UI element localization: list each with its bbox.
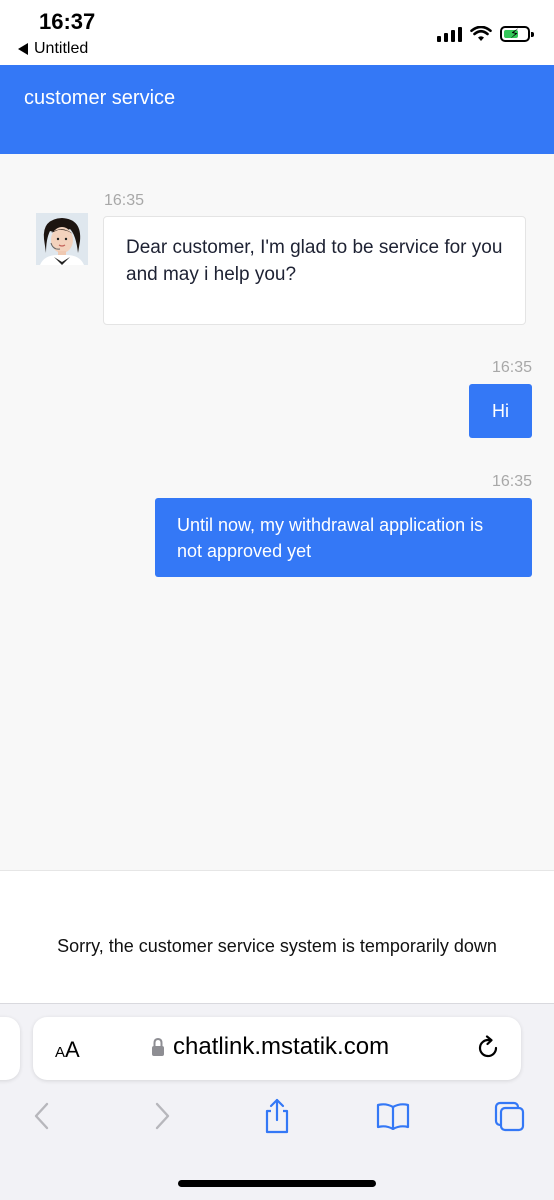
wifi-icon (470, 26, 492, 41)
agent-portrait-icon (36, 213, 88, 265)
forward-arrow-icon[interactable] (142, 1094, 182, 1138)
header-title: customer service (24, 87, 176, 109)
reload-icon[interactable] (475, 1035, 501, 1061)
url-field[interactable]: chatlink.mstatik.com (151, 1033, 389, 1061)
back-triangle-icon (18, 43, 28, 55)
home-indicator[interactable] (178, 1180, 376, 1187)
status-icons: ⚡ (437, 24, 534, 44)
address-bar[interactable]: AA chatlink.mstatik.com (33, 1017, 521, 1080)
lock-icon (152, 1037, 164, 1056)
service-down-message: Sorry, the customer service system is te… (57, 936, 497, 956)
service-notice: Sorry, the customer service system is te… (0, 870, 554, 1003)
signal-icon (437, 26, 462, 42)
share-icon[interactable] (257, 1094, 297, 1138)
browser-nav-row (0, 1094, 554, 1138)
browser-toolbar: AA chatlink.mstatik.com (0, 1003, 554, 1200)
message-timestamp: 16:35 (104, 192, 145, 209)
back-arrow-icon[interactable] (22, 1094, 62, 1138)
incoming-message-bubble: Dear customer, I'm glad to be service fo… (103, 216, 526, 325)
chat-messages[interactable]: 16:35 Dear customer, I'm glad to be serv… (0, 154, 554, 870)
message-timestamp: 16:35 (491, 359, 532, 376)
url-text: chatlink.mstatik.com (173, 1033, 390, 1060)
previous-tab-preview[interactable] (0, 1017, 20, 1080)
outgoing-message-bubble: Until now, my withdrawal application is … (155, 498, 532, 577)
bookmarks-icon[interactable] (373, 1094, 413, 1138)
status-bar: 16:37 Untitled ⚡ (0, 0, 554, 65)
agent-avatar (36, 213, 88, 265)
battery-charging-icon: ⚡ (500, 26, 534, 42)
tabs-icon[interactable] (489, 1094, 529, 1138)
chat-header: customer service (0, 65, 554, 154)
outgoing-message-bubble: Hi (469, 384, 532, 438)
message-timestamp: 16:35 (491, 473, 532, 490)
status-time: 16:37 (39, 9, 96, 34)
back-to-app-button[interactable]: Untitled (18, 40, 88, 58)
text-size-button[interactable]: AA (55, 1037, 80, 1063)
back-to-app-label: Untitled (34, 40, 89, 57)
